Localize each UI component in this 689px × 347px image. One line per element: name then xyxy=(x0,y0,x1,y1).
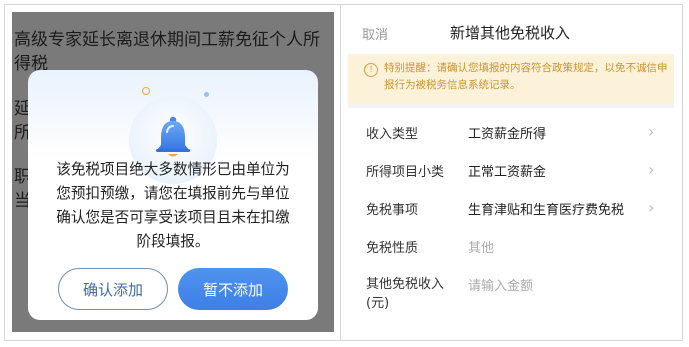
cancel-button[interactable]: 取消 xyxy=(362,24,388,43)
left-panel: 高级专家延长离退休期间工薪免征个人所 得税 延 所 职 当 该免税项目绝大多数情… xyxy=(12,12,334,332)
field-value: 生育津贴和生育医疗费免税 xyxy=(468,203,625,218)
field-label: 所得项目小类 xyxy=(366,165,445,180)
decoration-dot xyxy=(142,87,150,95)
amount-input[interactable]: 请输入金额 xyxy=(468,275,533,294)
form-row-exemption-nature: 免税性质 其他 xyxy=(348,228,674,266)
confirm-add-button[interactable]: 确认添加 xyxy=(58,268,168,310)
field-label: 收入类型 xyxy=(366,127,419,142)
page-title: 新增其他免税收入 xyxy=(450,24,571,42)
right-panel: 取消 新增其他免税收入 ! 特别提醒：请确认您填报的内容符合政策规定，以免不诚信… xyxy=(348,12,674,332)
form-row-exemption-item[interactable]: 免税事项 生育津贴和生育医疗费免税 › xyxy=(348,190,674,228)
income-form: 收入类型 工资薪金所得 › 所得项目小类 正常工资薪金 › 免税事项 生育津贴和… xyxy=(348,108,674,332)
chevron-right-icon: › xyxy=(648,198,655,217)
form-row-income-type[interactable]: 收入类型 工资薪金所得 › xyxy=(348,114,674,152)
notice-text: 特别提醒：请确认您填报的内容符合政策规定，以免不诚信申报行为被税务信息系统记录。 xyxy=(384,62,668,91)
dialog-message: 该免税项目绝大多数情形已由单位为您预扣预缴，请您在填报前先与单位确认您是否可享受… xyxy=(56,161,290,250)
chevron-right-icon: › xyxy=(648,160,655,179)
field-label: 免税性质 xyxy=(366,241,419,256)
nav-bar: 取消 新增其他免税收入 xyxy=(348,12,674,54)
form-row-other-exempt-income[interactable]: 其他免税收入(元) 请输入金额 xyxy=(348,266,674,311)
bell-icon xyxy=(156,116,190,157)
field-value: 正常工资薪金 xyxy=(468,165,547,180)
info-icon: ! xyxy=(364,63,378,77)
field-label: 免税事项 xyxy=(366,203,419,218)
chevron-right-icon: › xyxy=(648,122,655,141)
field-label: 其他免税收入(元) xyxy=(366,277,445,311)
field-value: 其他 xyxy=(468,241,495,256)
background-text-line: 高级专家延长离退休期间工薪免征个人所 xyxy=(14,30,320,50)
notice-banner: ! 特别提醒：请确认您填报的内容符合政策规定，以免不诚信申报行为被税务信息系统记… xyxy=(348,54,674,104)
confirm-dialog: 该免税项目绝大多数情形已由单位为您预扣预缴，请您在填报前先与单位确认您是否可享受… xyxy=(28,70,318,320)
field-value: 工资薪金所得 xyxy=(468,127,547,142)
panel-divider xyxy=(340,4,341,341)
decoration-dot xyxy=(204,92,209,97)
form-row-income-subcategory[interactable]: 所得项目小类 正常工资薪金 › xyxy=(348,152,674,190)
decline-add-button[interactable]: 暂不添加 xyxy=(178,268,288,310)
